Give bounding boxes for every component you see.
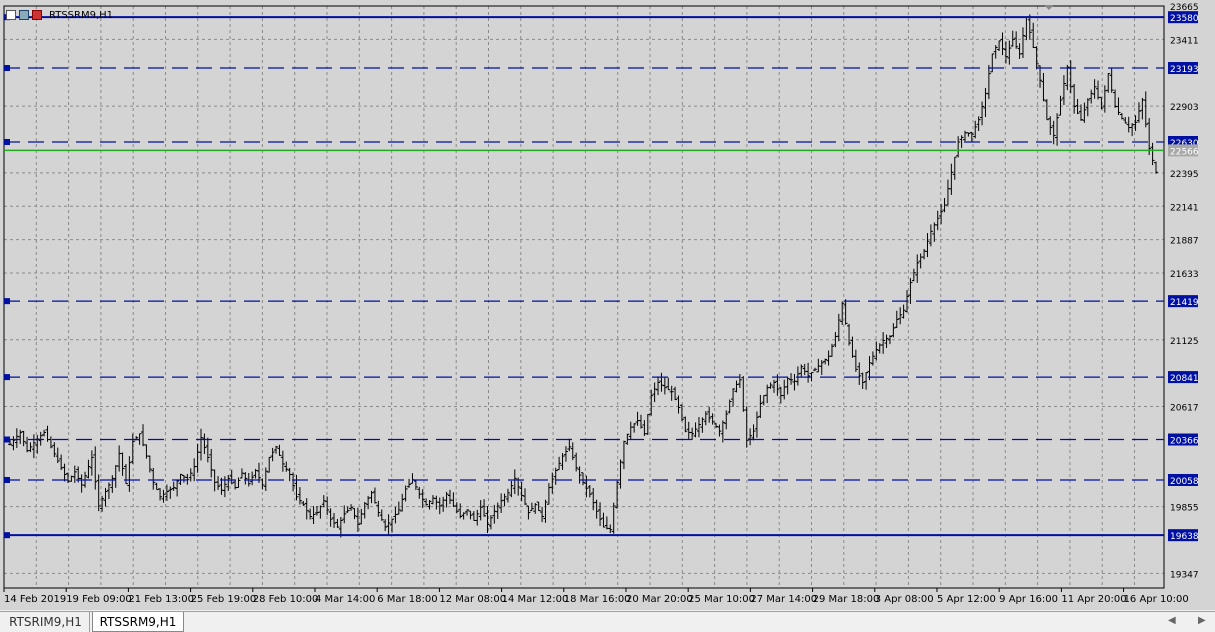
level-price-label: 20841: [1170, 374, 1199, 384]
level-price-label: 20058: [1170, 477, 1199, 487]
level-anchor: [4, 65, 10, 72]
scroll-left-icon[interactable]: ◀: [1168, 615, 1176, 626]
scroll-right-icon[interactable]: ▶: [1198, 615, 1206, 626]
x-tick-label: 12 Mar 08:00: [439, 594, 506, 605]
chart-window-icon: [19, 10, 29, 20]
x-tick-label: 27 Mar 14:00: [750, 594, 817, 605]
bid-price-label: 22566: [1170, 147, 1199, 157]
x-tick-label: 25 Mar 10:00: [688, 594, 755, 605]
x-tick-label: 4 Mar 14:00: [315, 594, 375, 605]
y-tick-label: 22141: [1170, 203, 1199, 213]
x-tick-label: 14 Feb 2019: [4, 594, 66, 605]
chart-symbol-label: RTSSRM9,H1: [49, 9, 114, 21]
x-tick-label: 3 Apr 08:00: [875, 594, 934, 605]
x-tick-label: 9 Apr 16:00: [999, 594, 1058, 605]
level-price-label: 21419: [1170, 298, 1199, 308]
x-tick-label: 21 Feb 13:00: [128, 594, 194, 605]
level-anchor: [4, 532, 10, 539]
chart-area[interactable]: 23665 23411 22903 22395 22141 21887 21633 21125…: [0, 0, 1215, 610]
chart-tabs-bar: RTSRIM9,H1 RTSSRM9,H1 ◀ ▶: [0, 611, 1215, 632]
x-tick-label: 11 Apr 20:00: [1061, 594, 1126, 605]
level-anchor: [4, 476, 10, 483]
y-tick-label: 22903: [1170, 103, 1199, 113]
y-tick-label: 19347: [1170, 570, 1199, 580]
plot-frame: [3, 5, 1165, 589]
x-tick-label: 29 Mar 18:00: [813, 594, 880, 605]
x-tick-label: 6 Mar 18:00: [377, 594, 437, 605]
tab-rtssrm9-h1[interactable]: RTSSRM9,H1: [92, 612, 184, 632]
x-tick-label: 16 Apr 10:00: [1124, 594, 1189, 605]
chart-symbol-header: RTSSRM9,H1: [6, 8, 113, 22]
x-tick-label: 18 Mar 16:00: [564, 594, 631, 605]
y-tick-label: 21125: [1170, 337, 1199, 347]
chart-shift-icon: [1044, 5, 1054, 10]
y-tick-label: 20617: [1170, 404, 1199, 414]
y-tick-label: 21887: [1170, 237, 1199, 247]
level-price-label: 20366: [1170, 437, 1199, 447]
level-anchor: [4, 436, 10, 443]
y-tick-label: 23411: [1170, 36, 1199, 46]
level-price-label: 19638: [1170, 532, 1199, 542]
level-anchor: [4, 139, 10, 146]
y-tick-label: 21633: [1170, 270, 1199, 280]
x-tick-label: 20 Mar 20:00: [626, 594, 693, 605]
x-tick-label: 19 Feb 09:00: [66, 594, 132, 605]
level-anchor: [4, 374, 10, 381]
x-tick-label: 28 Feb 10:00: [253, 594, 319, 605]
x-tick-label: 5 Apr 12:00: [937, 594, 996, 605]
level-price-label: 23580: [1170, 14, 1199, 24]
level-price-label: 23193: [1170, 65, 1199, 75]
x-tick-label: 14 Mar 12:00: [502, 594, 569, 605]
level-anchor: [4, 298, 10, 305]
y-tick-label: 22395: [1170, 170, 1199, 180]
price-chart[interactable]: 2366523411229032239522141218872163321125…: [0, 0, 1215, 610]
chart-bars-icon: [32, 10, 42, 20]
tab-rtsrim9-h1[interactable]: RTSRIM9,H1: [2, 612, 90, 632]
chart-window-icon: [6, 10, 16, 20]
y-tick-label: 19855: [1170, 504, 1199, 514]
x-tick-label: 25 Feb 19:00: [191, 594, 257, 605]
